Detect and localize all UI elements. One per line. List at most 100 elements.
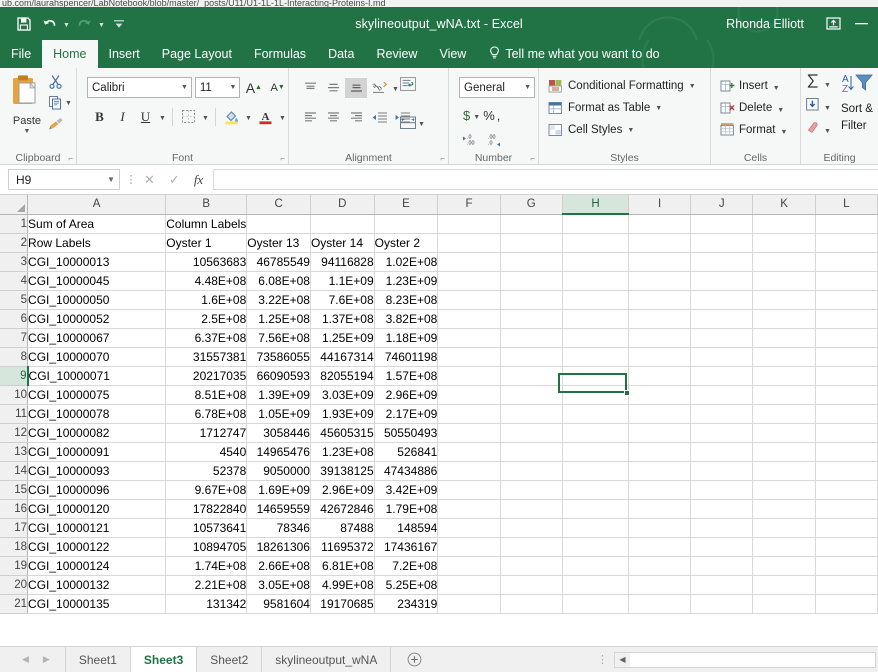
cell-B14[interactable]: 52378 bbox=[165, 461, 248, 481]
accounting-dropdown-icon[interactable]: ▼ bbox=[472, 105, 481, 126]
cell-C6[interactable]: 1.25E+08 bbox=[246, 309, 311, 329]
bottom-align-icon[interactable] bbox=[345, 77, 367, 98]
cell-K15[interactable] bbox=[752, 480, 816, 500]
cell-K16[interactable] bbox=[752, 499, 816, 519]
cell-A5[interactable]: CGI_10000050 bbox=[27, 290, 167, 310]
cell-H1[interactable] bbox=[562, 214, 630, 234]
font-color-dropdown-icon[interactable]: ▼ bbox=[278, 106, 287, 127]
minimize-icon[interactable] bbox=[848, 9, 874, 39]
cell-H15[interactable] bbox=[562, 480, 630, 500]
cell-H6[interactable] bbox=[562, 309, 630, 329]
cell-L13[interactable] bbox=[815, 442, 878, 462]
clear-button[interactable]: ▼ bbox=[805, 120, 832, 139]
cell-B21[interactable]: 131342 bbox=[165, 594, 248, 614]
cell-G18[interactable] bbox=[500, 537, 563, 557]
cell-E7[interactable]: 1.18E+09 bbox=[374, 328, 439, 348]
row-header-9[interactable]: 9 bbox=[0, 366, 29, 386]
column-header-i[interactable]: I bbox=[628, 195, 692, 215]
column-header-f[interactable]: F bbox=[437, 195, 501, 215]
format-as-table-button[interactable]: Format as Table ▼ bbox=[548, 97, 710, 119]
cell-A9[interactable]: CGI_10000071 bbox=[27, 366, 167, 386]
format-painter-button[interactable] bbox=[48, 115, 72, 132]
cell-H8[interactable] bbox=[562, 347, 630, 367]
cell-J17[interactable] bbox=[690, 518, 754, 538]
sort-filter-button[interactable]: A Z Sort & Filter bbox=[841, 73, 878, 134]
insert-cells-dropdown-icon[interactable]: ▼ bbox=[772, 76, 781, 97]
paste-button[interactable]: Paste ▼ bbox=[4, 71, 50, 135]
cell-C13[interactable]: 14965476 bbox=[246, 442, 311, 462]
cancel-icon[interactable]: ✕ bbox=[144, 172, 155, 188]
fill-button[interactable]: ▼ bbox=[805, 97, 832, 116]
middle-align-icon[interactable] bbox=[322, 78, 344, 98]
cell-K6[interactable] bbox=[752, 309, 816, 329]
cell-A7[interactable]: CGI_10000067 bbox=[27, 328, 167, 348]
cell-F10[interactable] bbox=[437, 385, 501, 405]
name-box-dropdown-icon[interactable]: ▼ bbox=[107, 175, 115, 184]
column-header-g[interactable]: G bbox=[500, 195, 563, 215]
cell-K20[interactable] bbox=[752, 575, 816, 595]
cell-B11[interactable]: 6.78E+08 bbox=[165, 404, 248, 424]
cell-B1[interactable]: Column Labels bbox=[165, 214, 248, 234]
cell-E2[interactable]: Oyster 2 bbox=[374, 233, 439, 253]
previous-sheet-icon[interactable]: ◀ bbox=[22, 654, 29, 665]
cell-I12[interactable] bbox=[628, 423, 692, 443]
cell-I9[interactable] bbox=[628, 366, 692, 386]
cell-K5[interactable] bbox=[752, 290, 816, 310]
formula-bar-grip[interactable]: ⋮ bbox=[120, 173, 142, 186]
cell-G2[interactable] bbox=[500, 233, 563, 253]
cell-G1[interactable] bbox=[500, 214, 563, 234]
name-box[interactable]: H9 ▼ bbox=[8, 169, 120, 190]
cell-G3[interactable] bbox=[500, 252, 563, 272]
cell-A13[interactable]: CGI_10000091 bbox=[27, 442, 167, 462]
cell-I16[interactable] bbox=[628, 499, 692, 519]
cell-K7[interactable] bbox=[752, 328, 816, 348]
cut-button[interactable] bbox=[48, 73, 72, 90]
cell-D13[interactable]: 1.23E+08 bbox=[310, 442, 375, 462]
cell-I20[interactable] bbox=[628, 575, 692, 595]
cell-G15[interactable] bbox=[500, 480, 563, 500]
cell-J12[interactable] bbox=[690, 423, 754, 443]
cell-G4[interactable] bbox=[500, 271, 563, 291]
select-all-corner[interactable] bbox=[0, 195, 29, 215]
cell-F13[interactable] bbox=[437, 442, 501, 462]
fill-dropdown-icon[interactable]: ▼ bbox=[823, 96, 832, 117]
cell-A6[interactable]: CGI_10000052 bbox=[27, 309, 167, 329]
font-color-icon[interactable]: A bbox=[255, 106, 276, 127]
cell-B17[interactable]: 10573641 bbox=[165, 518, 248, 538]
cell-E3[interactable]: 1.02E+08 bbox=[374, 252, 439, 272]
cell-L5[interactable] bbox=[815, 290, 878, 310]
cell-A16[interactable]: CGI_10000120 bbox=[27, 499, 167, 519]
cell-L21[interactable] bbox=[815, 594, 878, 614]
cell-B12[interactable]: 1712747 bbox=[165, 423, 248, 443]
cell-E17[interactable]: 148594 bbox=[374, 518, 439, 538]
cell-F9[interactable] bbox=[437, 366, 501, 386]
cell-G19[interactable] bbox=[500, 556, 563, 576]
merge-center-button[interactable]: ▼ bbox=[399, 112, 426, 133]
cell-L14[interactable] bbox=[815, 461, 878, 481]
decrease-decimal-icon[interactable]: .00 .0 bbox=[487, 133, 504, 152]
cell-I6[interactable] bbox=[628, 309, 692, 329]
cell-C1[interactable] bbox=[246, 214, 311, 234]
copy-button[interactable]: ▼ bbox=[48, 94, 72, 111]
cell-I8[interactable] bbox=[628, 347, 692, 367]
cell-B18[interactable]: 10894705 bbox=[165, 537, 248, 557]
cell-F3[interactable] bbox=[437, 252, 501, 272]
cell-J14[interactable] bbox=[690, 461, 754, 481]
cell-J2[interactable] bbox=[690, 233, 754, 253]
cell-D4[interactable]: 1.1E+09 bbox=[310, 271, 375, 291]
row-header-12[interactable]: 12 bbox=[0, 423, 29, 443]
align-left-icon[interactable] bbox=[299, 107, 321, 127]
cell-K21[interactable] bbox=[752, 594, 816, 614]
row-header-21[interactable]: 21 bbox=[0, 594, 29, 614]
cell-A17[interactable]: CGI_10000121 bbox=[27, 518, 167, 538]
cell-L19[interactable] bbox=[815, 556, 878, 576]
insert-function-icon[interactable]: fx bbox=[194, 172, 203, 188]
cell-L7[interactable] bbox=[815, 328, 878, 348]
cell-F16[interactable] bbox=[437, 499, 501, 519]
cell-H12[interactable] bbox=[562, 423, 630, 443]
cell-A1[interactable]: Sum of Area bbox=[27, 214, 167, 234]
cell-I11[interactable] bbox=[628, 404, 692, 424]
scroll-left-icon[interactable]: ◀ bbox=[615, 652, 630, 667]
cell-J5[interactable] bbox=[690, 290, 754, 310]
bold-button[interactable]: B bbox=[89, 106, 110, 127]
